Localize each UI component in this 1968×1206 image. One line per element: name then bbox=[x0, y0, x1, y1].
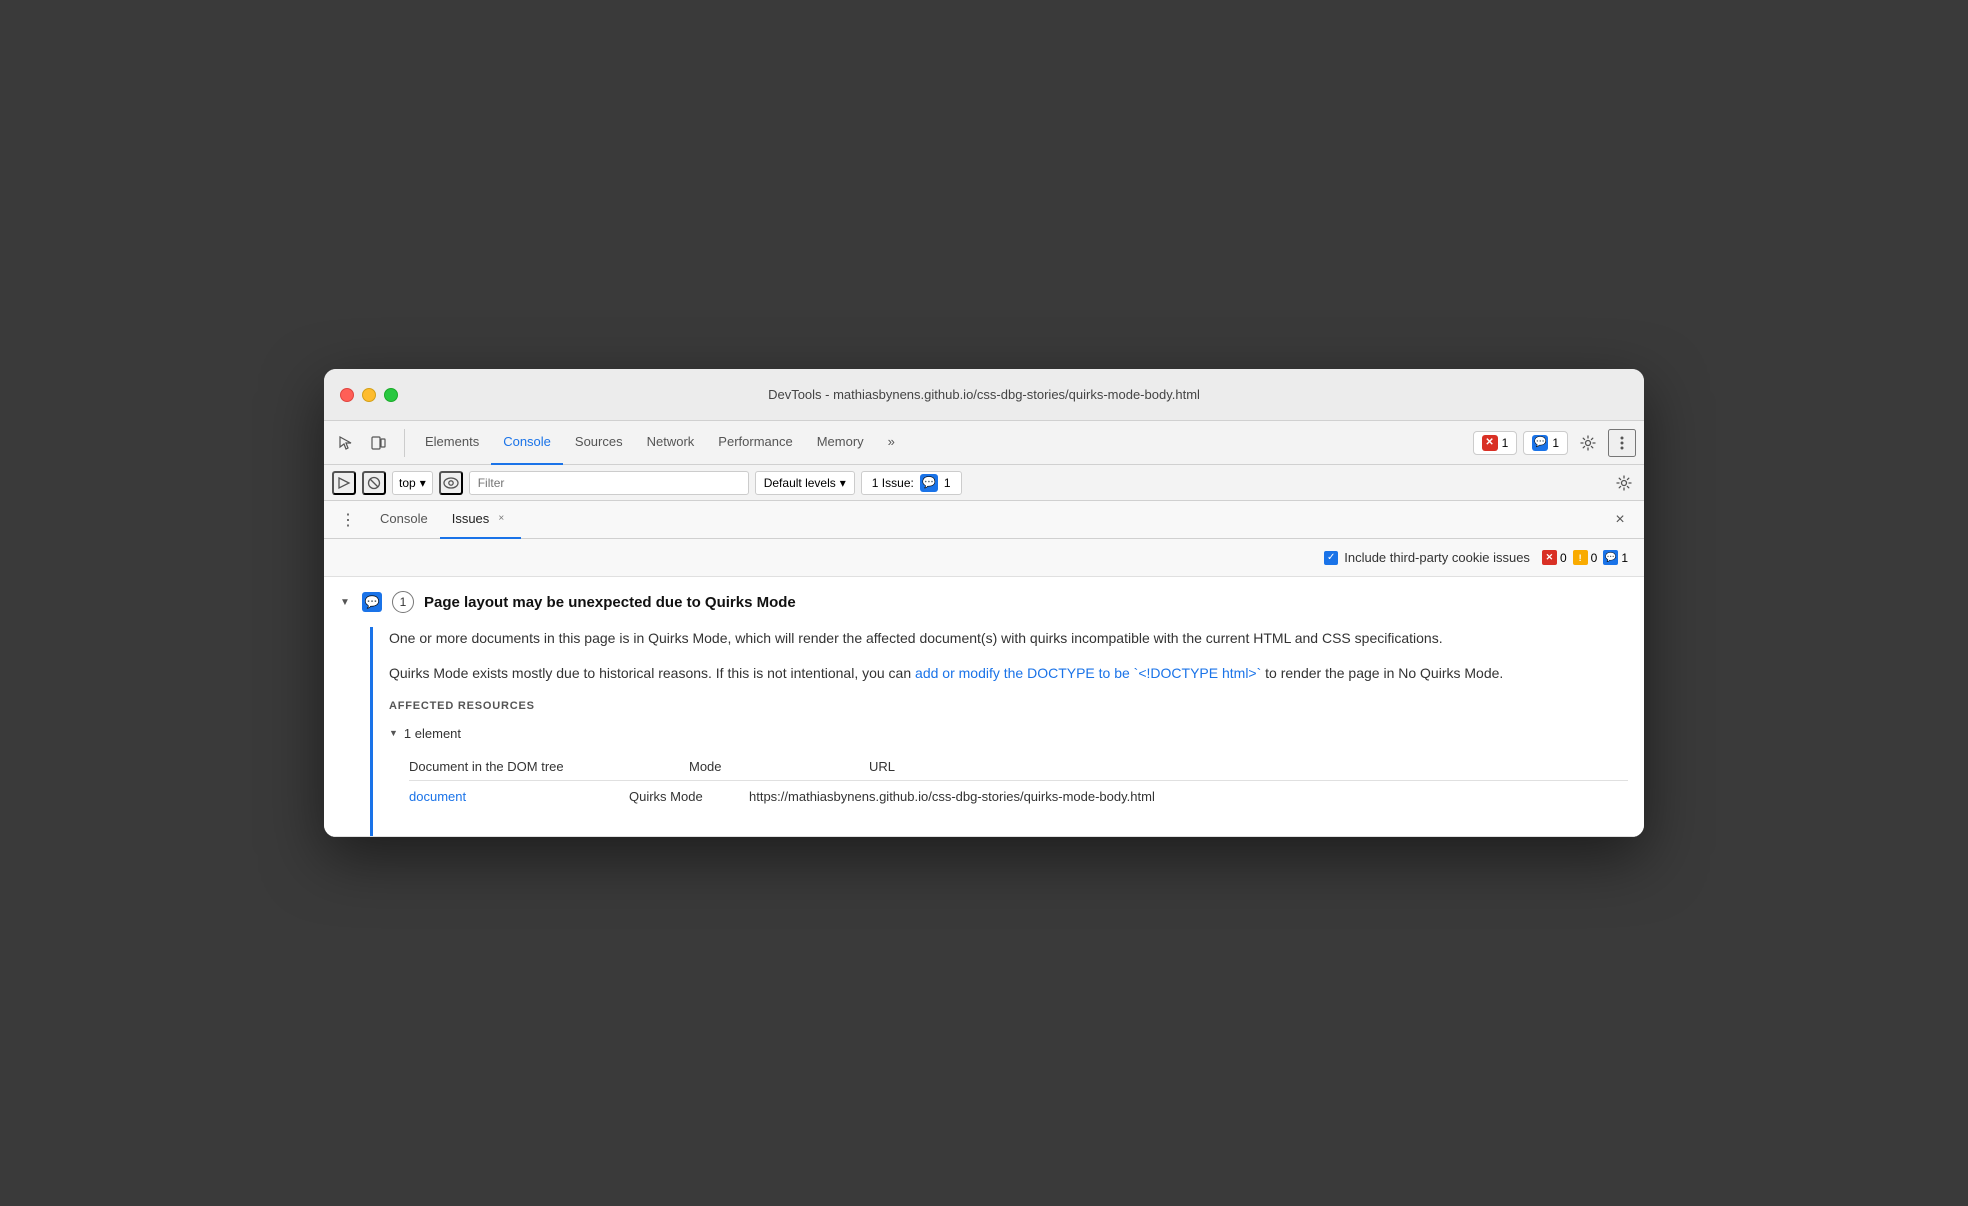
block-icon-button[interactable] bbox=[362, 471, 386, 495]
tab-issues-panel[interactable]: Issues × bbox=[440, 501, 522, 539]
resource-url-cell: https://mathiasbynens.github.io/css-dbg-… bbox=[749, 789, 1155, 804]
vertical-dots-icon bbox=[1620, 435, 1624, 451]
console-settings-button[interactable] bbox=[1612, 471, 1636, 495]
device-icon bbox=[370, 435, 386, 451]
traffic-lights bbox=[340, 388, 398, 402]
issues-header: ✓ Include third-party cookie issues ✕ 0 … bbox=[324, 539, 1644, 577]
default-levels-button[interactable]: Default levels ▾ bbox=[755, 471, 855, 495]
issue-description: One or more documents in this page is in… bbox=[389, 627, 1628, 684]
resource-table: Document in the DOM tree Mode URL docume… bbox=[409, 753, 1628, 812]
maximize-button[interactable] bbox=[384, 388, 398, 402]
table-header: Document in the DOM tree Mode URL bbox=[409, 753, 1628, 781]
issue-desc-1: One or more documents in this page is in… bbox=[389, 630, 1443, 646]
gear-icon bbox=[1580, 435, 1596, 451]
document-link[interactable]: document bbox=[409, 789, 466, 804]
issue-header-row[interactable]: ▼ 💬 1 Page layout may be unexpected due … bbox=[324, 577, 1644, 627]
toolbar-right: ✕ 1 💬 1 bbox=[1473, 429, 1636, 457]
affected-resources: AFFECTED RESOURCES ▼ 1 element Document … bbox=[389, 700, 1628, 812]
toolbar-tabs: Elements Console Sources Network Perform… bbox=[413, 421, 1473, 465]
error-badge-button[interactable]: ✕ 1 bbox=[1473, 431, 1518, 455]
eye-icon bbox=[443, 477, 459, 489]
issue-count-badges: ✕ 0 ! 0 💬 1 bbox=[1542, 550, 1628, 565]
resource-doc-link-cell: document bbox=[409, 789, 609, 804]
close-panel-button[interactable]: × bbox=[1608, 508, 1632, 532]
info-count-badge: 💬 1 bbox=[1603, 550, 1628, 565]
panel-menu-button[interactable]: ⋮ bbox=[336, 508, 360, 532]
inspect-element-button[interactable] bbox=[332, 429, 360, 457]
issue-type-icon: 💬 bbox=[362, 592, 382, 612]
add-doctype-link[interactable]: add or modify the DOCTYPE to be `<!DOCTY… bbox=[915, 665, 1261, 681]
third-party-cookie-checkbox[interactable]: ✓ bbox=[1324, 551, 1338, 565]
message-badge-button[interactable]: 💬 1 bbox=[1523, 431, 1568, 455]
issues-count-button[interactable]: 1 Issue: 💬 1 bbox=[861, 471, 962, 495]
tab-network[interactable]: Network bbox=[635, 421, 707, 465]
close-button[interactable] bbox=[340, 388, 354, 402]
third-party-cookie-checkbox-label[interactable]: ✓ Include third-party cookie issues bbox=[1324, 550, 1530, 565]
console-gear-icon bbox=[1616, 475, 1632, 491]
toolbar-icons-left bbox=[332, 429, 405, 457]
window-title: DevTools - mathiasbynens.github.io/css-d… bbox=[768, 387, 1200, 402]
col-header-url: URL bbox=[869, 759, 895, 774]
filter-input[interactable] bbox=[469, 471, 749, 495]
table-row: document Quirks Mode https://mathiasbyne… bbox=[409, 781, 1628, 812]
eye-button[interactable] bbox=[439, 471, 463, 495]
issues-count-icon: 💬 bbox=[920, 474, 938, 492]
expand-arrow-icon: ▼ bbox=[340, 597, 352, 608]
block-icon bbox=[367, 476, 381, 490]
devtools-window: DevTools - mathiasbynens.github.io/css-d… bbox=[324, 369, 1644, 837]
error-count-badge: ✕ 0 bbox=[1542, 550, 1567, 565]
context-selector[interactable]: top ▾ bbox=[392, 471, 433, 495]
tab-performance[interactable]: Performance bbox=[706, 421, 804, 465]
tab-console[interactable]: Console bbox=[491, 421, 563, 465]
warning-count-icon: ! bbox=[1573, 550, 1588, 565]
clear-console-button[interactable] bbox=[332, 471, 356, 495]
cursor-icon bbox=[338, 435, 354, 451]
error-count-icon: ✕ bbox=[1542, 550, 1557, 565]
close-issues-tab[interactable]: × bbox=[493, 511, 509, 527]
console-toolbar: top ▾ Default levels ▾ 1 Issue: 💬 1 bbox=[324, 465, 1644, 501]
dropdown-arrow-icon: ▾ bbox=[420, 476, 426, 490]
warning-count-badge: ! 0 bbox=[1573, 550, 1598, 565]
issue-desc-2-pre: Quirks Mode exists mostly due to histori… bbox=[389, 665, 915, 681]
error-icon: ✕ bbox=[1482, 435, 1498, 451]
element-count-row[interactable]: ▼ 1 element bbox=[389, 722, 1628, 745]
tab-memory[interactable]: Memory bbox=[805, 421, 876, 465]
devtools-toolbar: Elements Console Sources Network Perform… bbox=[324, 421, 1644, 465]
levels-dropdown-arrow: ▾ bbox=[840, 476, 846, 490]
col-header-mode: Mode bbox=[689, 759, 789, 774]
issue-desc-2-post: to render the page in No Quirks Mode. bbox=[1261, 665, 1503, 681]
info-count-icon: 💬 bbox=[1603, 550, 1618, 565]
minimize-button[interactable] bbox=[362, 388, 376, 402]
panel-tabs: ⋮ Console Issues × × bbox=[324, 501, 1644, 539]
resource-mode-cell: Quirks Mode bbox=[629, 789, 729, 804]
issue-title: Page layout may be unexpected due to Qui… bbox=[424, 594, 796, 611]
message-icon: 💬 bbox=[1532, 435, 1548, 451]
issue-group: ▼ 💬 1 Page layout may be unexpected due … bbox=[324, 577, 1644, 837]
tab-console-panel[interactable]: Console bbox=[368, 501, 440, 539]
col-header-doc: Document in the DOM tree bbox=[409, 759, 609, 774]
tab-more[interactable]: » bbox=[876, 421, 907, 465]
issues-content: ▼ 💬 1 Page layout may be unexpected due … bbox=[324, 577, 1644, 837]
affected-resources-label: AFFECTED RESOURCES bbox=[389, 700, 1628, 712]
settings-button[interactable] bbox=[1574, 429, 1602, 457]
device-toolbar-button[interactable] bbox=[364, 429, 392, 457]
more-options-button[interactable] bbox=[1608, 429, 1636, 457]
issue-count-indicator: 1 bbox=[392, 591, 414, 613]
tab-elements[interactable]: Elements bbox=[413, 421, 491, 465]
issue-body: One or more documents in this page is in… bbox=[370, 627, 1644, 836]
titlebar: DevTools - mathiasbynens.github.io/css-d… bbox=[324, 369, 1644, 421]
element-count-label: 1 element bbox=[404, 726, 461, 741]
play-icon bbox=[337, 476, 351, 490]
tree-arrow-icon: ▼ bbox=[389, 728, 398, 738]
tab-sources[interactable]: Sources bbox=[563, 421, 635, 465]
